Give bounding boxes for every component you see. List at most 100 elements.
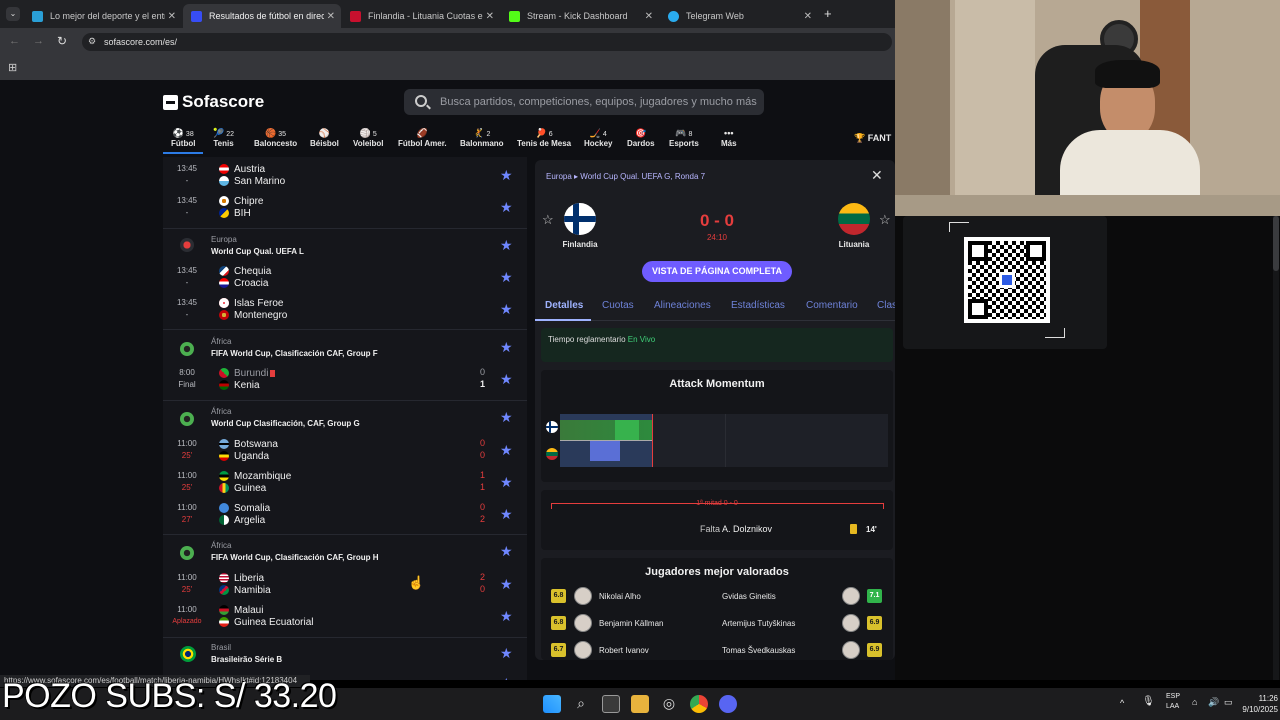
tab-alineaciones[interactable]: Alineaciones <box>654 300 711 311</box>
favorite-star-icon[interactable]: ★ <box>500 675 516 680</box>
search-icon[interactable]: ⌕ <box>572 695 590 713</box>
sport-tab-beisbol[interactable]: ⚾ Béisbol <box>310 128 339 148</box>
favorite-star-icon[interactable]: ★ <box>500 409 516 425</box>
favorite-star-icon[interactable]: ★ <box>500 576 516 592</box>
tab-label: Finlandia - Lituania Cuotas en V <box>368 11 483 21</box>
player-name[interactable]: Benjamin Källman <box>599 619 663 628</box>
fantasy-link[interactable]: 🏆 FANT <box>854 133 891 144</box>
favorite-home-star-icon[interactable]: ☆ <box>542 212 554 228</box>
player-name[interactable]: Robert Ivanov <box>599 646 649 655</box>
forward-icon[interactable]: → <box>33 35 44 47</box>
league-header[interactable]: África World Cup Clasificación, CAF, Gro… <box>163 407 527 431</box>
tab-cuotas[interactable]: Cuotas <box>602 300 634 311</box>
player-name[interactable]: Tomas Švedkauskas <box>722 646 795 655</box>
player-name[interactable]: Nikolai Alho <box>599 592 641 601</box>
favorite-star-icon[interactable]: ★ <box>500 199 516 215</box>
favorite-star-icon[interactable]: ★ <box>500 339 516 355</box>
browser-tab-active[interactable]: Resultados de fútbol en directo ✕ <box>183 4 341 28</box>
close-icon[interactable]: ✕ <box>645 11 653 22</box>
sport-tab-balonmano[interactable]: 🤾 2 Balonmano <box>460 128 504 148</box>
tab-clasificacion[interactable]: Clas <box>877 300 897 311</box>
favorite-star-icon[interactable]: ★ <box>500 371 516 387</box>
player-avatar[interactable] <box>574 641 592 659</box>
tab-search-button[interactable]: ⌄ <box>6 7 20 21</box>
file-explorer-icon[interactable] <box>631 695 649 713</box>
windows-start-icon[interactable] <box>543 695 561 713</box>
league-header[interactable]: África FIFA World Cup, Clasificación CAF… <box>163 541 527 565</box>
search-input[interactable]: Busca partidos, competiciones, equipos, … <box>404 89 764 115</box>
favorite-star-icon[interactable]: ★ <box>500 237 516 253</box>
close-icon[interactable]: ✕ <box>327 11 335 22</box>
favorite-star-icon[interactable]: ★ <box>500 442 516 458</box>
away-team: San Marino <box>219 175 285 187</box>
sport-tab-dardos[interactable]: 🎯 Dardos <box>627 128 655 148</box>
address-bar[interactable]: ⚙ sofascore.com/es/ <box>82 33 892 51</box>
player-avatar[interactable] <box>842 614 860 632</box>
favorite-star-icon[interactable]: ★ <box>500 645 516 661</box>
favorite-star-icon[interactable]: ★ <box>500 269 516 285</box>
taskbar-clock[interactable]: 11:26 9/10/2025 <box>1222 693 1278 715</box>
sport-tab-esports[interactable]: 🎮 8 Esports <box>669 128 699 148</box>
breadcrumb-competition[interactable]: World Cup Qual. UEFA G, Ronda 7 <box>580 172 705 181</box>
favorite-star-icon[interactable]: ★ <box>500 301 516 317</box>
player-avatar[interactable] <box>842 587 860 605</box>
divider <box>163 228 527 229</box>
sport-tab-mas[interactable]: ••• Más <box>721 128 737 148</box>
tab-comentario[interactable]: Comentario <box>806 300 858 311</box>
network-icon[interactable]: ⌂ <box>1192 697 1197 707</box>
league-header[interactable]: Europa World Cup Qual. UEFA L ★ <box>163 235 527 259</box>
site-info-icon[interactable]: ⚙ <box>88 36 96 47</box>
reload-icon[interactable]: ↻ <box>57 34 67 48</box>
player-avatar[interactable] <box>574 587 592 605</box>
sport-tab-hockey[interactable]: 🏒 4 Hockey <box>584 128 612 148</box>
player-name[interactable]: Artemijus Tutyškinas <box>722 619 795 628</box>
close-icon[interactable]: ✕ <box>486 11 494 22</box>
sport-tab-baloncesto[interactable]: 🏀 35 Baloncesto <box>254 128 297 148</box>
discord-icon[interactable] <box>719 695 737 713</box>
volume-icon[interactable]: 🔊 <box>1208 697 1219 708</box>
tab-estadisticas[interactable]: Estadísticas <box>731 300 785 311</box>
incident-row[interactable]: Falta A. Dolznikov <box>700 524 772 534</box>
chrome-icon[interactable] <box>690 695 708 713</box>
browser-tab[interactable]: Stream - Kick Dashboard ✕ <box>501 4 659 28</box>
finland-small-flag-icon <box>546 421 558 433</box>
back-icon[interactable]: ← <box>9 35 20 47</box>
sofascore-logo[interactable]: Sofascore <box>163 92 264 112</box>
favorite-star-icon[interactable]: ★ <box>500 608 516 624</box>
task-view-icon[interactable] <box>602 695 620 713</box>
sport-tab-voleibol[interactable]: 🏐 5 Voleibol <box>353 128 384 148</box>
league-header[interactable]: África FIFA World Cup, Clasificación CAF… <box>163 337 527 361</box>
player-name[interactable]: Gvidas Gineitis <box>722 592 776 601</box>
sport-tab-tenis-de-mesa[interactable]: 🏓 6 Tenis de Mesa <box>517 128 571 148</box>
keyboard-layout[interactable]: LAA <box>1166 703 1179 710</box>
scrollbar-track[interactable] <box>1273 216 1279 680</box>
language-indicator[interactable]: ESP <box>1166 693 1180 700</box>
breadcrumb-region[interactable]: Europa <box>546 172 572 181</box>
home-team-name[interactable]: Finlandia <box>548 240 612 249</box>
favorite-away-star-icon[interactable]: ☆ <box>879 212 891 228</box>
favorite-star-icon[interactable]: ★ <box>500 167 516 183</box>
browser-tab[interactable]: Finlandia - Lituania Cuotas en V✕ <box>342 4 500 28</box>
apps-grid-icon[interactable]: ⊞ <box>8 61 17 74</box>
obs-icon[interactable]: ◎ <box>660 695 678 713</box>
favorite-star-icon[interactable]: ★ <box>500 474 516 490</box>
browser-tab[interactable]: Lo mejor del deporte y el entre ✕ <box>24 4 182 28</box>
player-avatar[interactable] <box>574 614 592 632</box>
sport-tab-tenis[interactable]: 🎾 22 Tenis <box>213 128 234 148</box>
tab-detalles[interactable]: Detalles <box>545 300 583 311</box>
favorite-star-icon[interactable]: ★ <box>500 543 516 559</box>
full-page-view-button[interactable]: VISTA DE PÁGINA COMPLETA <box>642 261 792 282</box>
new-tab-button[interactable]: + <box>824 6 832 21</box>
close-icon[interactable]: ✕ <box>804 11 812 22</box>
close-icon[interactable]: ✕ <box>871 167 883 184</box>
league-header[interactable]: Brasil Brasileirão Série B ★ <box>163 643 527 667</box>
sport-tab-futbol[interactable]: ⚽ 38 Fútbol <box>162 128 205 154</box>
browser-tab[interactable]: Telegram Web ✕ <box>660 4 818 28</box>
chevron-up-icon[interactable]: ^ <box>1120 698 1124 708</box>
away-team-name[interactable]: Lituania <box>822 240 886 249</box>
microphone-icon[interactable]: 🎙 <box>1142 696 1155 707</box>
sport-tab-futbol-amer[interactable]: 🏈 Fútbol Amer. <box>398 128 447 148</box>
player-avatar[interactable] <box>842 641 860 659</box>
favorite-star-icon[interactable]: ★ <box>500 506 516 522</box>
close-icon[interactable]: ✕ <box>168 11 176 22</box>
